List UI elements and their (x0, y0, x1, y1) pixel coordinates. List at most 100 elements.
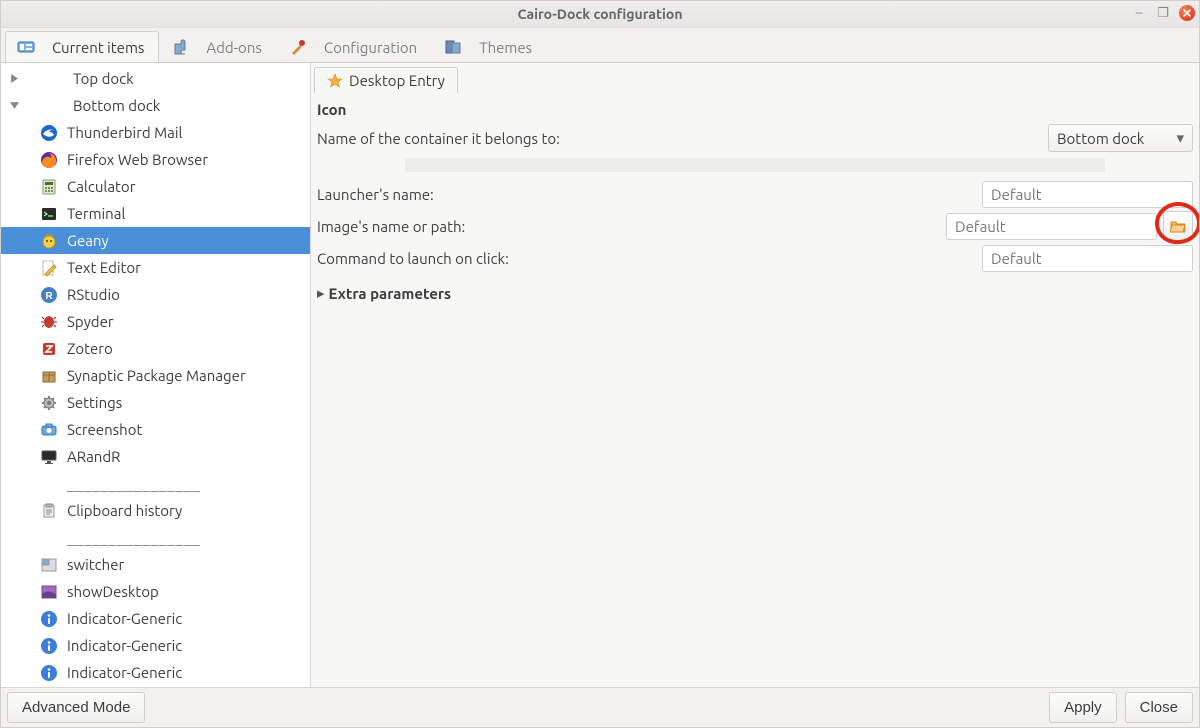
tree-item-editor[interactable]: Text Editor (1, 254, 310, 281)
tree-item-package[interactable]: Synaptic Package Manager (1, 362, 310, 389)
tree-item-screenshot[interactable]: Screenshot (1, 416, 310, 443)
tree-item-rstudio[interactable]: R RStudio (1, 281, 310, 308)
calculator-icon (39, 177, 59, 197)
sidebar-tree[interactable]: Top dock Bottom dock Thunderbird Mail Fir… (1, 63, 311, 687)
disclosure-right-icon: ▸ (317, 284, 325, 302)
tab-configuration[interactable]: Configuration (277, 31, 432, 62)
zotero-icon (39, 339, 59, 359)
extra-parameters-label: Extra parameters (329, 285, 452, 302)
close-window-button[interactable] (1179, 5, 1195, 21)
tree-item-label: Indicator-Generic (67, 610, 182, 627)
tree-item-label: Synaptic Package Manager (67, 367, 246, 384)
switcher-icon (39, 555, 59, 575)
minimize-button[interactable]: – (1131, 5, 1147, 21)
tree-item-geany[interactable]: Geany (1, 227, 310, 254)
items-icon (16, 37, 36, 57)
settings-icon (39, 393, 59, 413)
tree-item-label: Clipboard history (67, 502, 182, 519)
tree-separator[interactable]: ________________ (1, 524, 310, 551)
tree-item-switcher[interactable]: switcher (1, 551, 310, 578)
container-combo[interactable]: Bottom dock ▾ (1048, 124, 1193, 152)
package-icon (39, 366, 59, 386)
command-input[interactable] (982, 245, 1193, 272)
section-icon-label: Icon (317, 101, 1193, 118)
tree-separator[interactable]: ________________ (1, 470, 310, 497)
tree-item-label: ARandR (67, 448, 120, 465)
monitor-icon (39, 447, 59, 467)
tree-item-info[interactable]: Indicator-Generic (1, 605, 310, 632)
themes-icon (443, 37, 463, 57)
tree-item-calculator[interactable]: Calculator (1, 173, 310, 200)
tree-item-label: Indicator-Generic (67, 664, 182, 681)
tree-item-settings[interactable]: Settings (1, 389, 310, 416)
clipboard-icon (39, 501, 59, 521)
tree-item-label: Terminal (67, 205, 125, 222)
maximize-button[interactable]: ❐ (1155, 5, 1171, 21)
tree-item-terminal[interactable]: Terminal (1, 200, 310, 227)
titlebar: Cairo-Dock configuration – ❐ (1, 1, 1199, 28)
close-button[interactable]: Close (1125, 692, 1193, 723)
tree-item-label: Zotero (67, 340, 113, 357)
tree-top-dock[interactable]: Top dock (1, 65, 310, 92)
spyder-icon (39, 312, 59, 332)
apply-button[interactable]: Apply (1049, 692, 1117, 723)
info-icon (39, 636, 59, 656)
tree-item-label: RStudio (67, 286, 120, 303)
terminal-icon (39, 204, 59, 224)
tree-item-spyder[interactable]: Spyder (1, 308, 310, 335)
tree-item-firefox[interactable]: Firefox Web Browser (1, 146, 310, 173)
chevron-down-icon: ▾ (1176, 129, 1184, 147)
showdesktop-icon (39, 582, 59, 602)
tree-item-label: Spyder (67, 313, 114, 330)
scale-placeholder (405, 158, 1105, 172)
tab-label: Add-ons (206, 39, 262, 56)
tab-themes[interactable]: Themes (432, 31, 547, 62)
info-icon (39, 663, 59, 683)
tree-item-label: Geany (67, 232, 109, 249)
tree-item-label: Thunderbird Mail (67, 124, 182, 141)
tree-item-info[interactable]: Indicator-Generic (1, 659, 310, 686)
tree-item-label: Screenshot (67, 421, 142, 438)
subtab-desktop-entry[interactable]: Desktop Entry (314, 67, 458, 93)
plugin-icon (170, 37, 190, 57)
tree-item-zotero[interactable]: Zotero (1, 335, 310, 362)
tree-label: Bottom dock (73, 97, 160, 114)
tree-item-showdesktop[interactable]: showDesktop (1, 578, 310, 605)
tree-item-monitor[interactable]: ARandR (1, 443, 310, 470)
container-label: Name of the container it belongs to: (317, 130, 1048, 147)
tree-item-clipboard[interactable]: Clipboard history (1, 497, 310, 524)
browse-image-button[interactable] (1163, 211, 1193, 241)
tree-label: Top dock (73, 70, 134, 87)
tree-item-label: Indicator-Generic (67, 637, 182, 654)
tree-item-info[interactable]: Indicator-Generic (1, 632, 310, 659)
info-icon (39, 609, 59, 629)
firefox-icon (39, 150, 59, 170)
extra-parameters-toggle[interactable]: ▸ Extra parameters (317, 284, 1193, 302)
tree-item-label: switcher (67, 556, 124, 573)
advanced-mode-button[interactable]: Advanced Mode (7, 692, 145, 723)
geany-icon (39, 231, 59, 251)
tab-label: Configuration (324, 39, 417, 56)
disclosure-down-icon (7, 99, 21, 113)
svg-text:R: R (45, 291, 53, 302)
launcher-name-label: Launcher's name: (317, 186, 982, 203)
launcher-name-input[interactable] (982, 181, 1193, 208)
rstudio-icon: R (39, 285, 59, 305)
image-path-label: Image's name or path: (317, 218, 946, 235)
tab-current-items[interactable]: Current items (5, 31, 159, 62)
command-label: Command to launch on click: (317, 250, 982, 267)
folder-open-icon (1170, 219, 1186, 233)
tree-item-thunderbird[interactable]: Thunderbird Mail (1, 119, 310, 146)
config-icon (288, 37, 308, 57)
tree-item-label: Text Editor (67, 259, 141, 276)
disclosure-right-icon (7, 72, 21, 86)
main-tabs: Current items Add-ons Configuration Them… (1, 28, 1199, 62)
tree-bottom-dock[interactable]: Bottom dock (1, 92, 310, 119)
tree-item-label: ________________ (67, 475, 201, 492)
image-path-input[interactable] (946, 213, 1157, 240)
tree-item-label: Settings (67, 394, 122, 411)
editor-icon (39, 258, 59, 278)
tree-item-label: Firefox Web Browser (67, 151, 208, 168)
tab-addons[interactable]: Add-ons (159, 31, 277, 62)
subtab-label: Desktop Entry (349, 72, 445, 89)
